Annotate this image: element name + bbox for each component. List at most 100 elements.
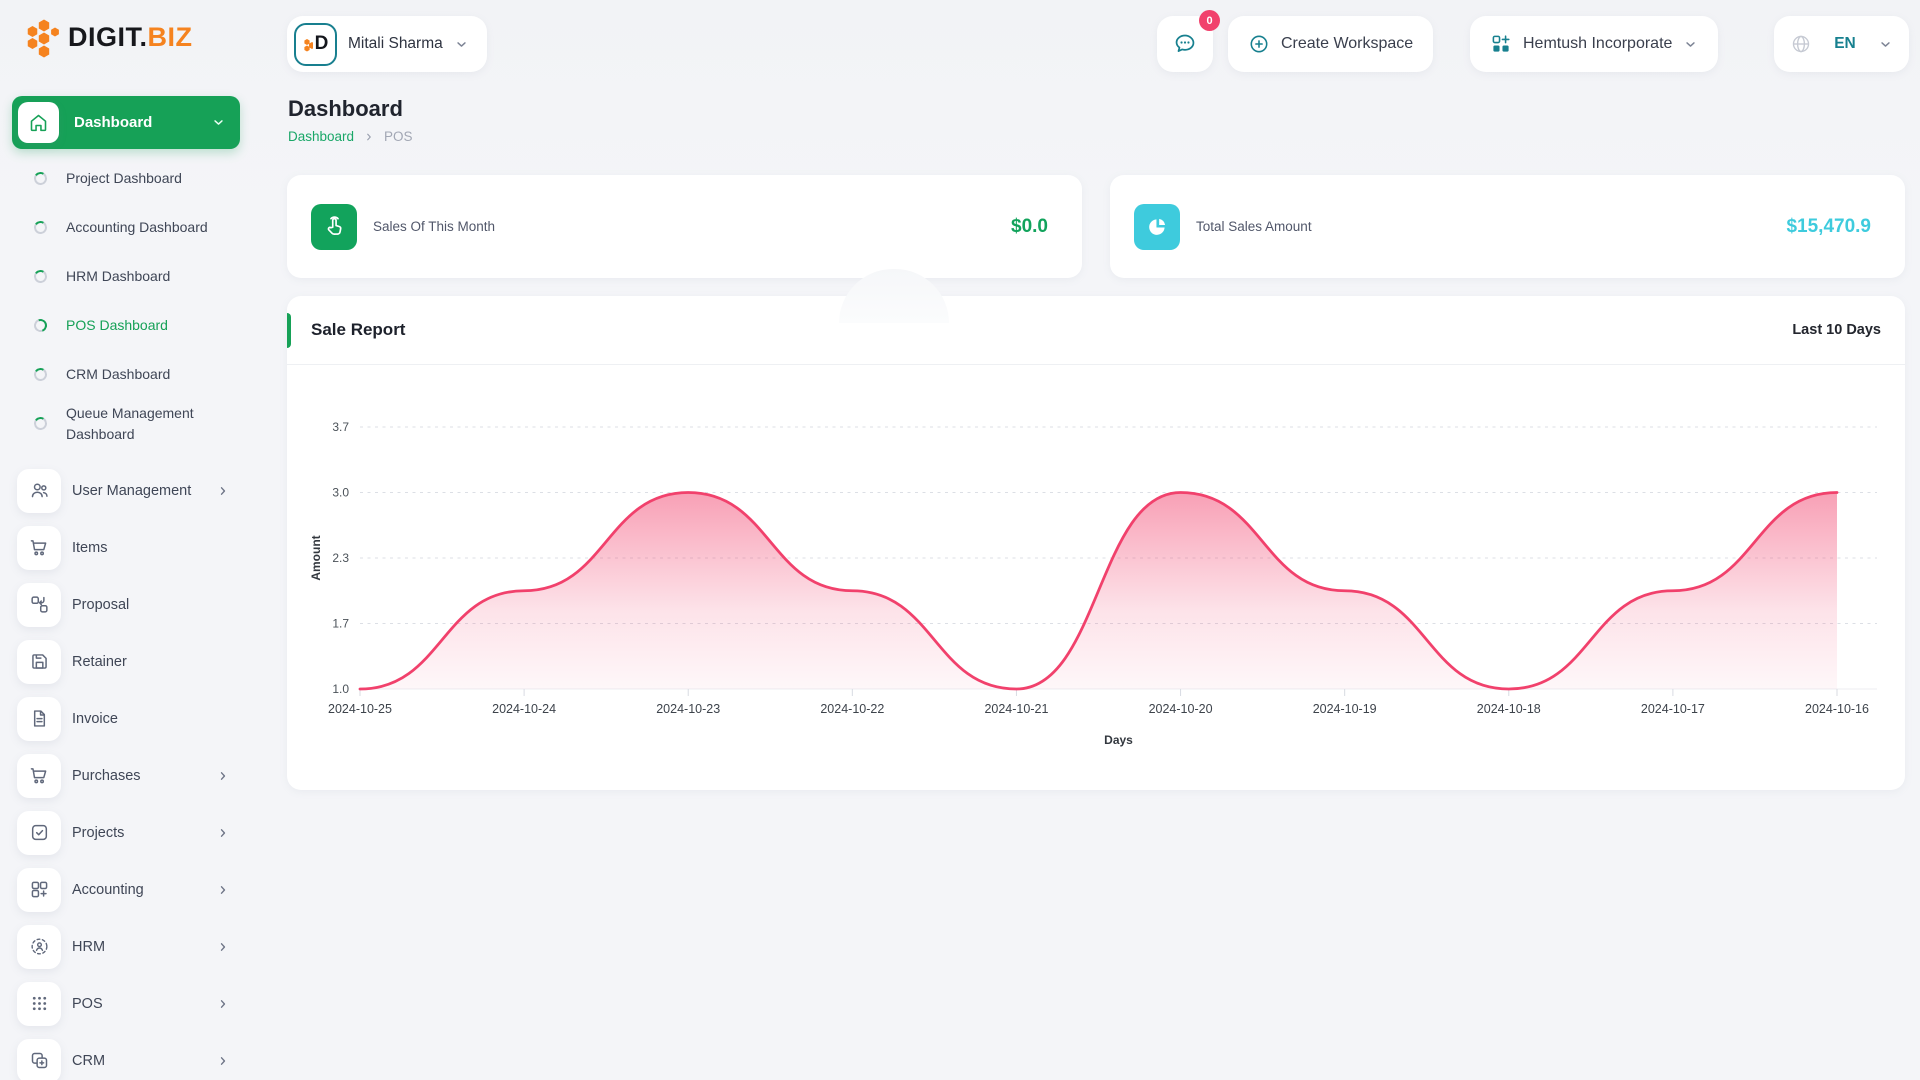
sidebar-item-icon [17,868,61,912]
report-header: Sale Report Last 10 Days [287,296,1905,364]
svg-text:1.7: 1.7 [332,616,349,630]
sidebar-item[interactable]: CRM [0,1032,270,1080]
sidebar-item[interactable]: Accounting [0,861,270,918]
donut-icon [33,269,48,284]
stat-value: $15,470.9 [1786,216,1871,238]
sidebar-item-icon [17,925,61,969]
sidebar-item-icon [17,754,61,798]
chevron-right-icon [216,940,230,954]
donut-icon [33,367,48,382]
stat-value: $0.0 [1011,216,1048,238]
sidebar-item[interactable]: Purchases [0,747,270,804]
svg-text:2024-10-19: 2024-10-19 [1313,702,1377,716]
report-title: Sale Report [311,320,405,340]
sidebar-item-icon [17,1039,61,1080]
breadcrumb: Dashboard POS [288,129,413,144]
language-selector[interactable]: EN [1774,16,1909,72]
stat-icon [311,204,357,250]
sidebar-subitem[interactable]: Queue Management Dashboard [0,399,270,448]
sidebar-subitem-label: CRM Dashboard [66,364,198,384]
avatar-letter: D [315,33,329,55]
chevron-right-icon [216,484,230,498]
sidebar-item[interactable]: Proposal [0,576,270,633]
sidebar-item[interactable]: Items [0,519,270,576]
svg-text:2.3: 2.3 [332,551,349,565]
sidebar-item[interactable]: HRM [0,918,270,975]
main-content: Dashboard Dashboard POS Sales Of This Mo… [287,88,1905,1080]
chevron-down-icon [1683,37,1698,52]
app-root: DIGIT.BIZ D Mitali Sharma 0 Create Works… [0,0,1920,1080]
sidebar-menu: User Management Items Proposal [0,462,270,1080]
create-workspace-button[interactable]: Create Workspace [1228,16,1433,72]
sidebar-subitem-label: Accounting Dashboard [66,217,236,237]
breadcrumb-root[interactable]: Dashboard [288,129,354,144]
report-range-label: Last 10 Days [1792,322,1881,338]
chat-button[interactable]: 0 [1157,16,1213,72]
sidebar-item-icon [17,526,61,570]
sidebar-item[interactable]: Invoice [0,690,270,747]
sidebar-item-label: Projects [72,825,124,841]
sidebar-dashboard-label: Dashboard [74,114,152,131]
donut-icon [33,220,48,235]
sidebar-item[interactable]: Projects [0,804,270,861]
breadcrumb-current: POS [384,129,413,144]
sidebar-item-label: User Management [72,483,191,499]
company-name: Hemtush Incorporate [1523,35,1672,53]
chevron-right-icon [216,997,230,1011]
stat-icon [1134,204,1180,250]
sidebar-subitem-label: HRM Dashboard [66,266,198,286]
svg-text:2024-10-16: 2024-10-16 [1805,702,1869,716]
sidebar-item[interactable]: User Management [0,462,270,519]
sidebar-item-label: POS [72,996,103,1012]
sidebar-item-icon [17,697,61,741]
language-code: EN [1834,35,1856,53]
dashboard-submenu: Project Dashboard Accounting Dashboard H… [0,154,270,448]
sidebar-item[interactable]: POS [0,975,270,1032]
globe-icon [1790,33,1812,55]
topbar: DIGIT.BIZ D Mitali Sharma 0 Create Works… [0,0,1920,90]
donut-icon [33,171,48,186]
sidebar-item-icon [17,982,61,1026]
svg-text:Amount: Amount [309,535,323,580]
sale-report-chart[interactable]: 1.01.72.33.03.72024-10-252024-10-242024-… [301,372,1891,777]
page-title: Dashboard [288,96,403,122]
svg-text:2024-10-18: 2024-10-18 [1477,702,1541,716]
sidebar-item-icon [17,640,61,684]
sidebar-item-label: Items [72,540,107,556]
sidebar-item-label: Purchases [72,768,141,784]
logo-hexagons-icon [25,16,61,58]
svg-text:2024-10-17: 2024-10-17 [1641,702,1705,716]
chat-icon [1172,31,1198,57]
accent-bar [287,313,291,348]
divider [287,364,1905,365]
stat-label: Sales Of This Month [373,219,495,234]
sidebar-subitem[interactable]: CRM Dashboard [0,350,270,399]
home-icon [18,102,59,143]
sidebar-subitem-label: Queue Management Dashboard [66,403,270,444]
sale-report-card: Sale Report Last 10 Days 1.01.72.33.03.7… [287,296,1905,790]
company-selector[interactable]: Hemtush Incorporate [1470,16,1718,72]
svg-text:2024-10-21: 2024-10-21 [984,702,1048,716]
sidebar-item-icon [17,811,61,855]
svg-text:1.0: 1.0 [332,682,349,696]
donut-icon [32,317,49,334]
sidebar-item-label: CRM [72,1053,105,1069]
svg-text:2024-10-25: 2024-10-25 [328,702,392,716]
sidebar-item[interactable]: Retainer [0,633,270,690]
svg-text:2024-10-23: 2024-10-23 [656,702,720,716]
logo-text: DIGIT.BIZ [68,22,193,53]
sidebar-subitem[interactable]: HRM Dashboard [0,252,270,301]
sidebar-subitem[interactable]: Accounting Dashboard [0,203,270,252]
svg-text:3.0: 3.0 [332,486,349,500]
sidebar-subitem[interactable]: Project Dashboard [0,154,270,203]
sidebar-subitem-label: POS Dashboard [66,315,196,335]
svg-text:2024-10-20: 2024-10-20 [1149,702,1213,716]
workspace-user-selector[interactable]: D Mitali Sharma [287,16,487,72]
avatar: D [294,23,337,66]
chevron-right-icon [216,769,230,783]
sidebar-subitem-label: Project Dashboard [66,168,210,188]
sidebar-subitem[interactable]: POS Dashboard [0,301,270,350]
sidebar-item-dashboard[interactable]: Dashboard [12,96,240,149]
chevron-down-icon [211,115,226,130]
chevron-right-icon [216,883,230,897]
